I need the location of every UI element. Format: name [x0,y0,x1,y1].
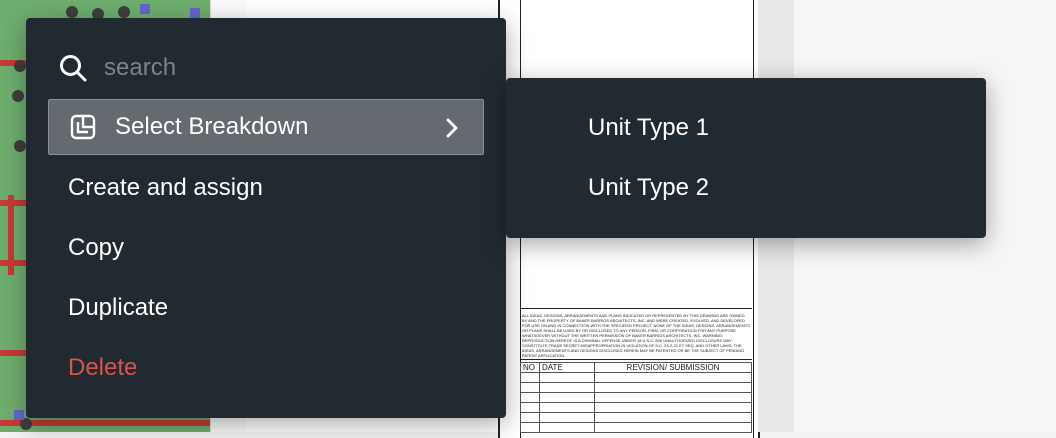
submenu-item-unit-type-1[interactable]: Unit Type 1 [588,108,709,148]
menu-item-copy[interactable]: Copy [48,220,484,276]
search-input[interactable] [102,53,406,83]
revision-header-date: DATE [539,362,595,373]
menu-search [58,48,406,88]
revision-table: NO DATE REVISION/ SUBMISSION [520,362,752,433]
menu-item-label: Create and assign [68,174,263,201]
menu-item-create-and-assign[interactable]: Create and assign [48,160,484,216]
menu-item-label: Select Breakdown [115,113,309,140]
submenu-item-label: Unit Type 1 [588,114,709,141]
revision-header-no: NO [520,362,540,373]
table-row [520,372,752,383]
table-row [520,412,752,423]
table-row [520,382,752,393]
menu-item-delete[interactable]: Delete [48,340,484,396]
table-row [520,422,752,433]
chevron-right-icon [446,118,458,138]
drawing-notes: ALL IDEAS, DESIGNS, ARRANGEMENTS AND PLA… [520,308,752,360]
submenu-item-label: Unit Type 2 [588,174,709,201]
menu-item-duplicate[interactable]: Duplicate [48,280,484,336]
table-row [520,402,752,413]
search-icon [60,55,87,82]
submenu-item-unit-type-2[interactable]: Unit Type 2 [588,168,709,208]
breakdown-icon [70,114,96,140]
menu-item-select-breakdown[interactable]: Select Breakdown [48,99,484,155]
menu-item-label: Duplicate [68,294,169,321]
breakdown-submenu: Unit Type 1 Unit Type 2 [506,78,986,238]
context-menu: Select Breakdown Create and assign Copy … [26,18,506,418]
menu-item-label: Copy [68,234,125,261]
table-row [520,392,752,403]
menu-item-label: Delete [68,354,138,381]
revision-header-submission: REVISION/ SUBMISSION [594,362,752,373]
